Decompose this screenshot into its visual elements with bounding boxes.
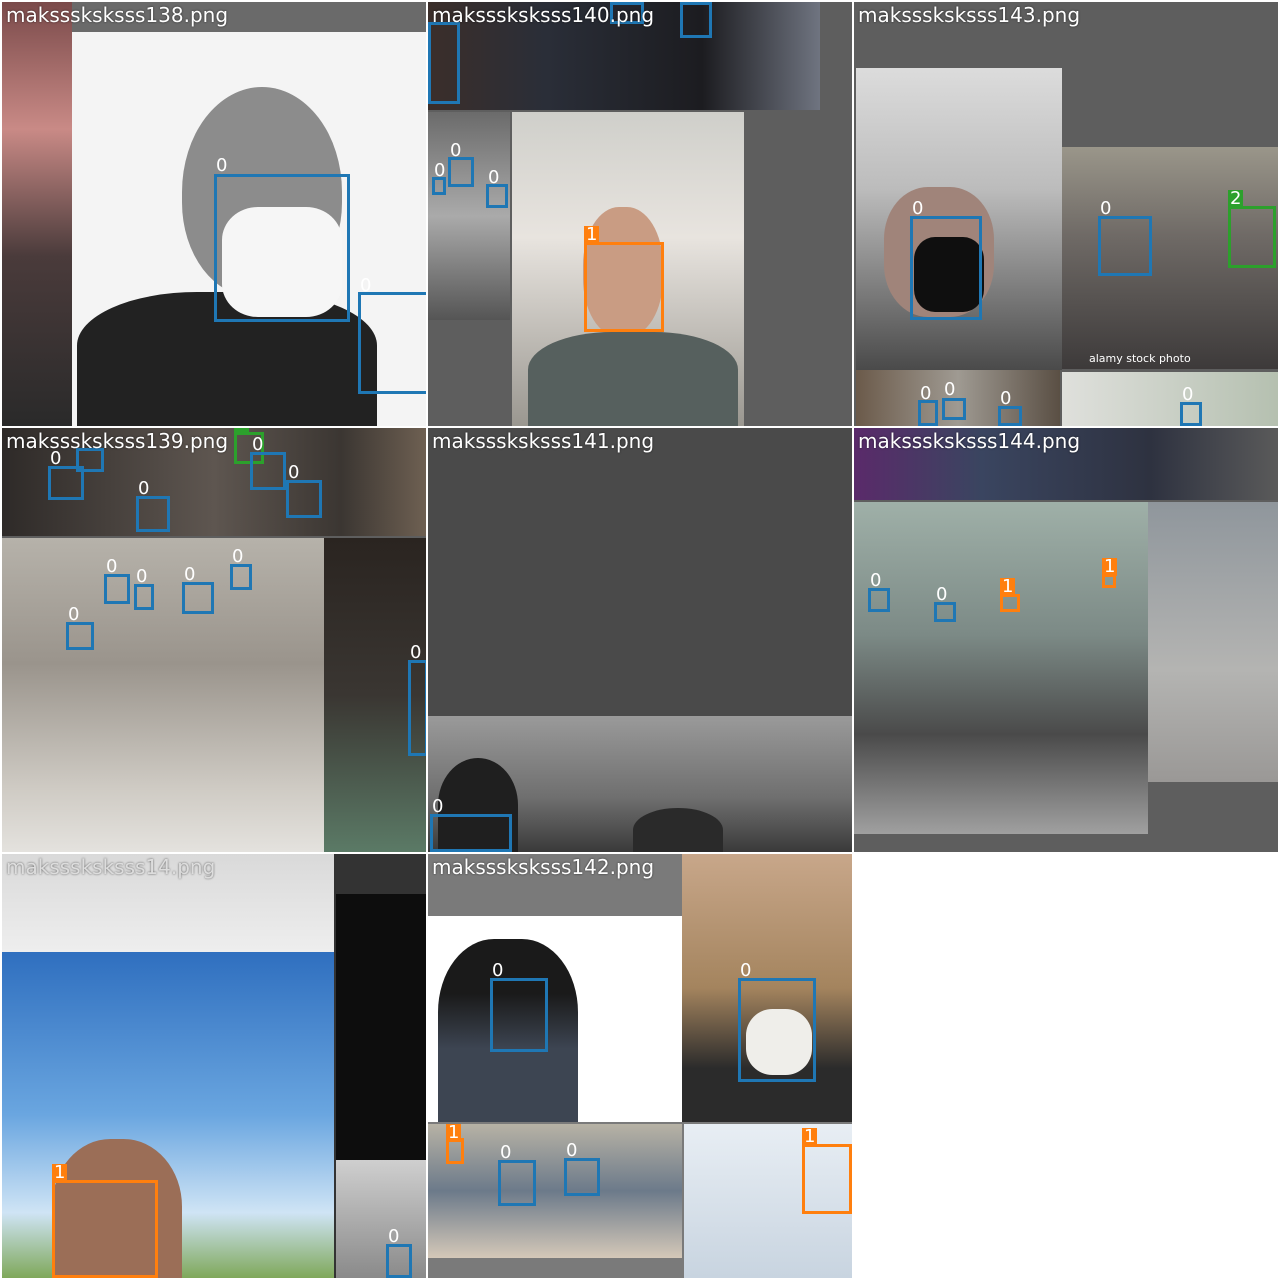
- tile-title: maksssksksss139.png: [6, 429, 229, 453]
- bbox-label: 0: [936, 584, 948, 605]
- bbox-label: 2: [1228, 188, 1244, 209]
- tile-143: maksssksksss143.png alamy stock photo 0 …: [854, 2, 1278, 426]
- photo-street-masks: [428, 1124, 682, 1258]
- bbox-label: 0: [136, 566, 148, 587]
- bbox-label: 0: [432, 796, 444, 817]
- bbox-label: 0: [566, 1140, 578, 1161]
- tile-138: maksssksksss138.png 0 0: [2, 2, 426, 426]
- bbox-class-0: [680, 2, 712, 38]
- bbox-class-0: [564, 1158, 600, 1196]
- bbox-label: 0: [68, 604, 80, 625]
- bbox-class-0: [448, 157, 474, 187]
- bbox-class-0: [910, 216, 982, 320]
- tile-144: maksssksksss144.png 0 0 1 1: [854, 428, 1278, 852]
- bbox-class-0: [498, 1160, 536, 1206]
- bbox-label: 0: [1182, 384, 1194, 405]
- bbox-class-0: [358, 292, 426, 394]
- bbox-class-0: [136, 496, 170, 532]
- tile-139: maksssksksss139.png 0 2 0 0 0 0 0 0 0 0 …: [2, 428, 426, 852]
- photo-head: [633, 808, 723, 852]
- photo-selfie-shirt: [528, 332, 738, 426]
- tile-title: maksssksksss14.png: [6, 855, 216, 879]
- bbox-label: 0: [434, 160, 446, 181]
- bbox-class-0: [286, 480, 322, 518]
- bbox-class-0: [104, 574, 130, 604]
- bbox-label: 1: [802, 1126, 818, 1147]
- bbox-class-0: [1098, 216, 1152, 276]
- tile-title: maksssksksss138.png: [6, 3, 229, 27]
- photo-dark-panel: [336, 894, 426, 1160]
- bbox-label: 0: [1100, 198, 1112, 219]
- photo-road: [1148, 502, 1278, 782]
- bbox-class-1: [52, 1180, 158, 1278]
- bbox-class-0: [998, 406, 1022, 426]
- bbox-label: 0: [388, 1226, 400, 1247]
- bbox-label: 0: [184, 564, 196, 585]
- tile-title: maksssksksss141.png: [432, 429, 655, 453]
- stock-watermark: alamy stock photo: [1089, 352, 1191, 365]
- bbox-label: 1: [584, 224, 600, 245]
- bbox-label: 0: [410, 642, 422, 663]
- bbox-class-0: [868, 588, 890, 612]
- bbox-label: 0: [944, 379, 956, 400]
- photo-street: [428, 112, 510, 320]
- bbox-label: 1: [1000, 576, 1016, 597]
- tile-140: maksssksksss140.png 0 0 0 1: [428, 2, 852, 426]
- tile-title: maksssksksss140.png: [432, 3, 655, 27]
- bbox-label: 0: [912, 198, 924, 219]
- bbox-label: 1: [1102, 556, 1118, 577]
- bbox-label: 0: [492, 960, 504, 981]
- tile-14: maksssksksss14.png 1 0: [2, 854, 426, 1278]
- photo-small-panel: [336, 1160, 426, 1278]
- bbox-label: 2: [234, 428, 250, 432]
- bbox-class-1: [584, 242, 664, 332]
- bbox-class-0: [490, 978, 548, 1052]
- bbox-label: 1: [446, 1122, 462, 1143]
- bbox-class-0: [428, 22, 460, 104]
- bbox-label: 0: [488, 167, 500, 188]
- bbox-label: 0: [920, 383, 932, 404]
- detection-grid: maksssksksss138.png 0 0 maksssksksss140.…: [0, 0, 1280, 1280]
- photo-outdoor: [1062, 372, 1278, 426]
- bbox-label: 0: [870, 570, 882, 591]
- tile-title: maksssksksss142.png: [432, 855, 655, 879]
- bbox-class-0: [738, 978, 816, 1082]
- bbox-label: 0: [216, 155, 228, 176]
- photo-terminal: [2, 538, 324, 852]
- tile-title: maksssksksss144.png: [858, 429, 1081, 453]
- photo-bokeh-left: [2, 2, 72, 426]
- bbox-label: 1: [52, 1162, 68, 1183]
- bbox-class-0: [48, 466, 84, 500]
- bbox-label: 0: [360, 275, 372, 296]
- bbox-class-0: [66, 622, 94, 650]
- photo-hall: [854, 502, 1148, 834]
- tile-141: maksssksksss141.png 0: [428, 428, 852, 852]
- tile-142: maksssksksss142.png 0 0 1 0 0 1: [428, 854, 852, 1278]
- bbox-label: 0: [106, 556, 118, 577]
- bbox-class-0: [230, 564, 252, 590]
- bbox-label: 0: [232, 546, 244, 567]
- bbox-class-0: [942, 398, 966, 420]
- bbox-class-0: [386, 1244, 412, 1278]
- bbox-class-0: [182, 582, 214, 614]
- bbox-class-0: [250, 452, 286, 490]
- bbox-class-0: [134, 584, 154, 610]
- bbox-class-0: [214, 174, 350, 322]
- bbox-label: 0: [252, 434, 264, 455]
- bbox-label: 0: [288, 462, 300, 483]
- bbox-class-0: [408, 660, 426, 756]
- bbox-label: 0: [138, 478, 150, 499]
- tile-title: maksssksksss143.png: [858, 3, 1081, 27]
- bbox-class-2: [1228, 206, 1276, 268]
- bbox-class-0: [1180, 402, 1202, 426]
- bbox-label: 0: [500, 1142, 512, 1163]
- bbox-label: 0: [740, 960, 752, 981]
- bbox-label: 0: [450, 140, 462, 161]
- bbox-label: 0: [1000, 388, 1012, 409]
- bbox-class-1: [802, 1144, 852, 1214]
- bbox-class-0: [430, 814, 512, 852]
- bbox-class-0: [934, 602, 956, 622]
